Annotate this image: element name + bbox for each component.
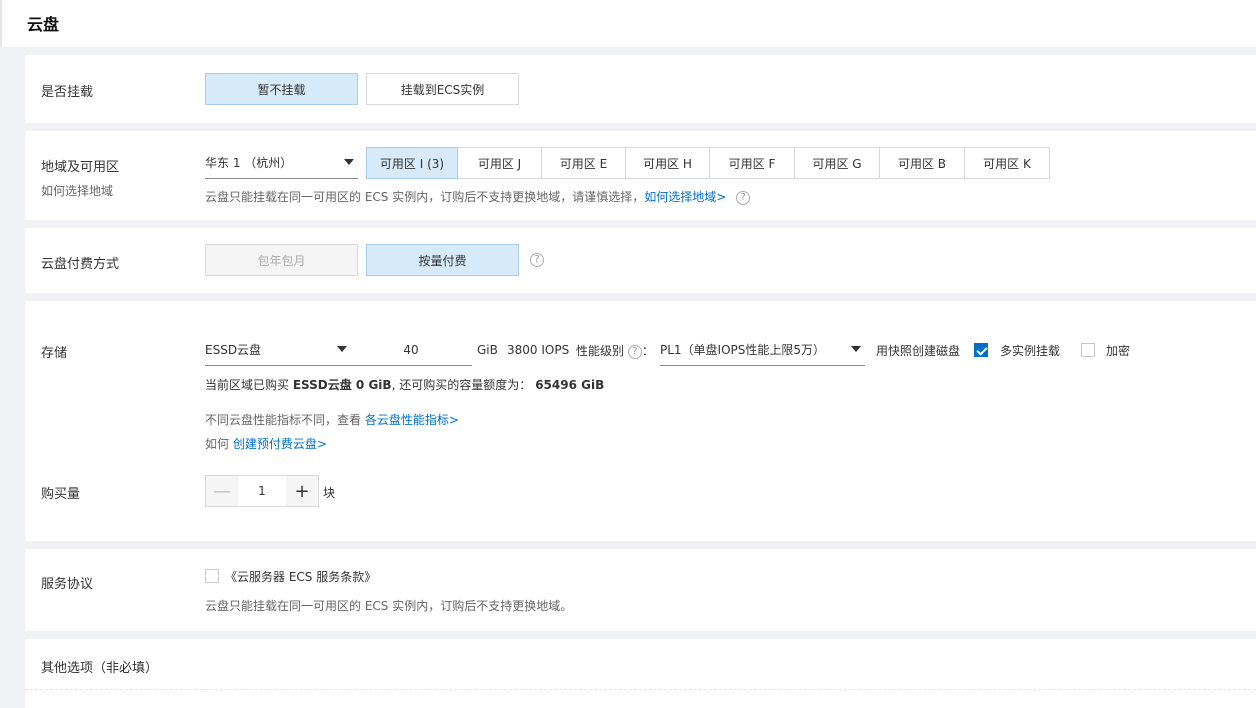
chevron-down-icon <box>344 159 354 165</box>
encrypt-checkbox[interactable] <box>1081 343 1095 357</box>
zone-tab-i[interactable]: 可用区 I (3) <box>366 147 458 179</box>
storage-section: 存储 ESSD云盘 40 GiB 3800 IOPS 性能级别 ?： PL1（单… <box>25 301 1256 541</box>
zone-tab-f[interactable]: 可用区 F <box>709 147 795 179</box>
quota-remaining: 65496 GiB <box>535 378 605 392</box>
mount-option-ecs-button[interactable]: 挂载到ECS实例 <box>366 73 519 105</box>
perf-hint: 不同云盘性能指标不同，查看 各云盘性能指标> <box>205 411 459 428</box>
help-icon[interactable]: ? <box>530 253 544 267</box>
zone-tab-e[interactable]: 可用区 E <box>541 147 626 179</box>
quota-bought: ESSD云盘 0 GiB <box>292 378 392 392</box>
minus-icon[interactable]: — <box>206 476 238 506</box>
region-select[interactable]: 华东 1 （杭州） <box>205 147 358 179</box>
zone-tab-k[interactable]: 可用区 K <box>964 147 1050 179</box>
chevron-down-icon <box>337 346 347 352</box>
region-section: 地域及可用区 如何选择地域 华东 1 （杭州） 可用区 I (3) 可用区 J … <box>25 131 1256 220</box>
multi-mount-label: 多实例挂载 <box>1000 344 1061 358</box>
zone-tabs: 可用区 I (3) 可用区 J 可用区 E 可用区 H 可用区 F 可用区 G … <box>366 147 1050 179</box>
billing-payg-button[interactable]: 按量付费 <box>366 244 519 276</box>
perf-hint-text: 不同云盘性能指标不同，查看 <box>205 413 365 427</box>
disk-size-value: 40 <box>403 342 419 357</box>
plus-icon[interactable]: + <box>286 476 318 506</box>
zone-tab-b[interactable]: 可用区 B <box>879 147 965 179</box>
agreement-checkbox[interactable] <box>205 569 219 583</box>
quota-info: 当前区域已购买 ESSD云盘 0 GiB, 还可购买的容量额度为： 65496 G… <box>205 376 604 393</box>
mount-section: 是否挂载 暂不挂载 挂载到ECS实例 <box>25 55 1256 123</box>
zone-tab-h[interactable]: 可用区 H <box>625 147 710 179</box>
quantity-unit: 块 <box>323 486 336 500</box>
quota-mid: , 还可购买的容量额度为： <box>391 378 532 392</box>
divider <box>25 689 1256 690</box>
region-hint: 云盘只能挂载在同一可用区的 ECS 实例内，订购后不支持更换地域，请谨慎选择，如… <box>205 188 751 205</box>
region-select-value: 华东 1 （杭州） <box>205 156 293 170</box>
quantity-label: 购买量 <box>41 487 81 502</box>
agreement-section: 服务协议 《云服务器 ECS 服务条款》 云盘只能挂载在同一可用区的 ECS 实… <box>25 549 1256 631</box>
encrypt-label: 加密 <box>1106 344 1131 358</box>
billing-subscription-button: 包年包月 <box>205 244 358 276</box>
quota-prefix: 当前区域已购买 <box>205 378 293 392</box>
other-options-section: 其他选项（非必填） <box>25 639 1256 708</box>
mount-option-none-button[interactable]: 暂不挂载 <box>205 73 358 105</box>
snapshot-create-link[interactable]: 用快照创建磁盘 <box>876 342 960 359</box>
help-icon[interactable]: ? <box>736 190 751 205</box>
disk-type-value: ESSD云盘 <box>205 343 262 357</box>
prepay-prefix: 如何 <box>205 437 233 451</box>
quantity-input[interactable]: 1 <box>238 476 286 506</box>
prepay-hint: 如何 创建预付费云盘> <box>205 435 327 452</box>
perf-level-select[interactable]: PL1（单盘IOPS性能上限5万） <box>660 334 865 366</box>
disk-type-select[interactable]: ESSD云盘 <box>205 334 351 366</box>
perf-level-colon: ： <box>641 344 654 358</box>
perf-hint-link[interactable]: 各云盘性能指标> <box>365 413 459 427</box>
zone-tab-g[interactable]: 可用区 G <box>794 147 880 179</box>
zone-tab-j[interactable]: 可用区 J <box>457 147 542 179</box>
perf-level-text: 性能级别 <box>576 344 625 358</box>
region-hint-text: 云盘只能挂载在同一可用区的 ECS 实例内，订购后不支持更换地域，请谨慎选择， <box>205 190 645 204</box>
disk-size-unit: GiB <box>477 343 498 357</box>
agreement-link[interactable]: 《云服务器 ECS 服务条款》 <box>225 568 376 585</box>
billing-label: 云盘付费方式 <box>41 257 120 272</box>
perf-level-label: 性能级别 ?： <box>576 342 654 359</box>
help-icon[interactable]: ? <box>627 344 642 359</box>
other-options-label[interactable]: 其他选项（非必填） <box>41 657 158 676</box>
quantity-stepper: — 1 + <box>205 475 319 507</box>
multi-mount-checkbox[interactable] <box>974 343 988 357</box>
chevron-down-icon <box>851 346 861 352</box>
page-header: 云盘 <box>0 0 1256 47</box>
region-label: 地域及可用区 <box>41 160 120 175</box>
agreement-label: 服务协议 <box>41 577 94 592</box>
mount-label: 是否挂载 <box>41 85 94 100</box>
prepay-link[interactable]: 创建预付费云盘> <box>233 437 327 451</box>
storage-label: 存储 <box>41 346 68 361</box>
region-help-sublabel[interactable]: 如何选择地域 <box>41 182 113 199</box>
disk-size-input[interactable]: 40 <box>350 334 472 366</box>
agreement-hint: 云盘只能挂载在同一可用区的 ECS 实例内，订购后不支持更换地域。 <box>205 599 573 613</box>
iops-value: 3800 IOPS <box>507 343 570 357</box>
region-hint-link[interactable]: 如何选择地域> <box>644 190 726 204</box>
page-title: 云盘 <box>27 15 60 34</box>
perf-level-value: PL1（单盘IOPS性能上限5万） <box>660 343 826 357</box>
billing-section: 云盘付费方式 包年包月 按量付费 ? <box>25 228 1256 293</box>
